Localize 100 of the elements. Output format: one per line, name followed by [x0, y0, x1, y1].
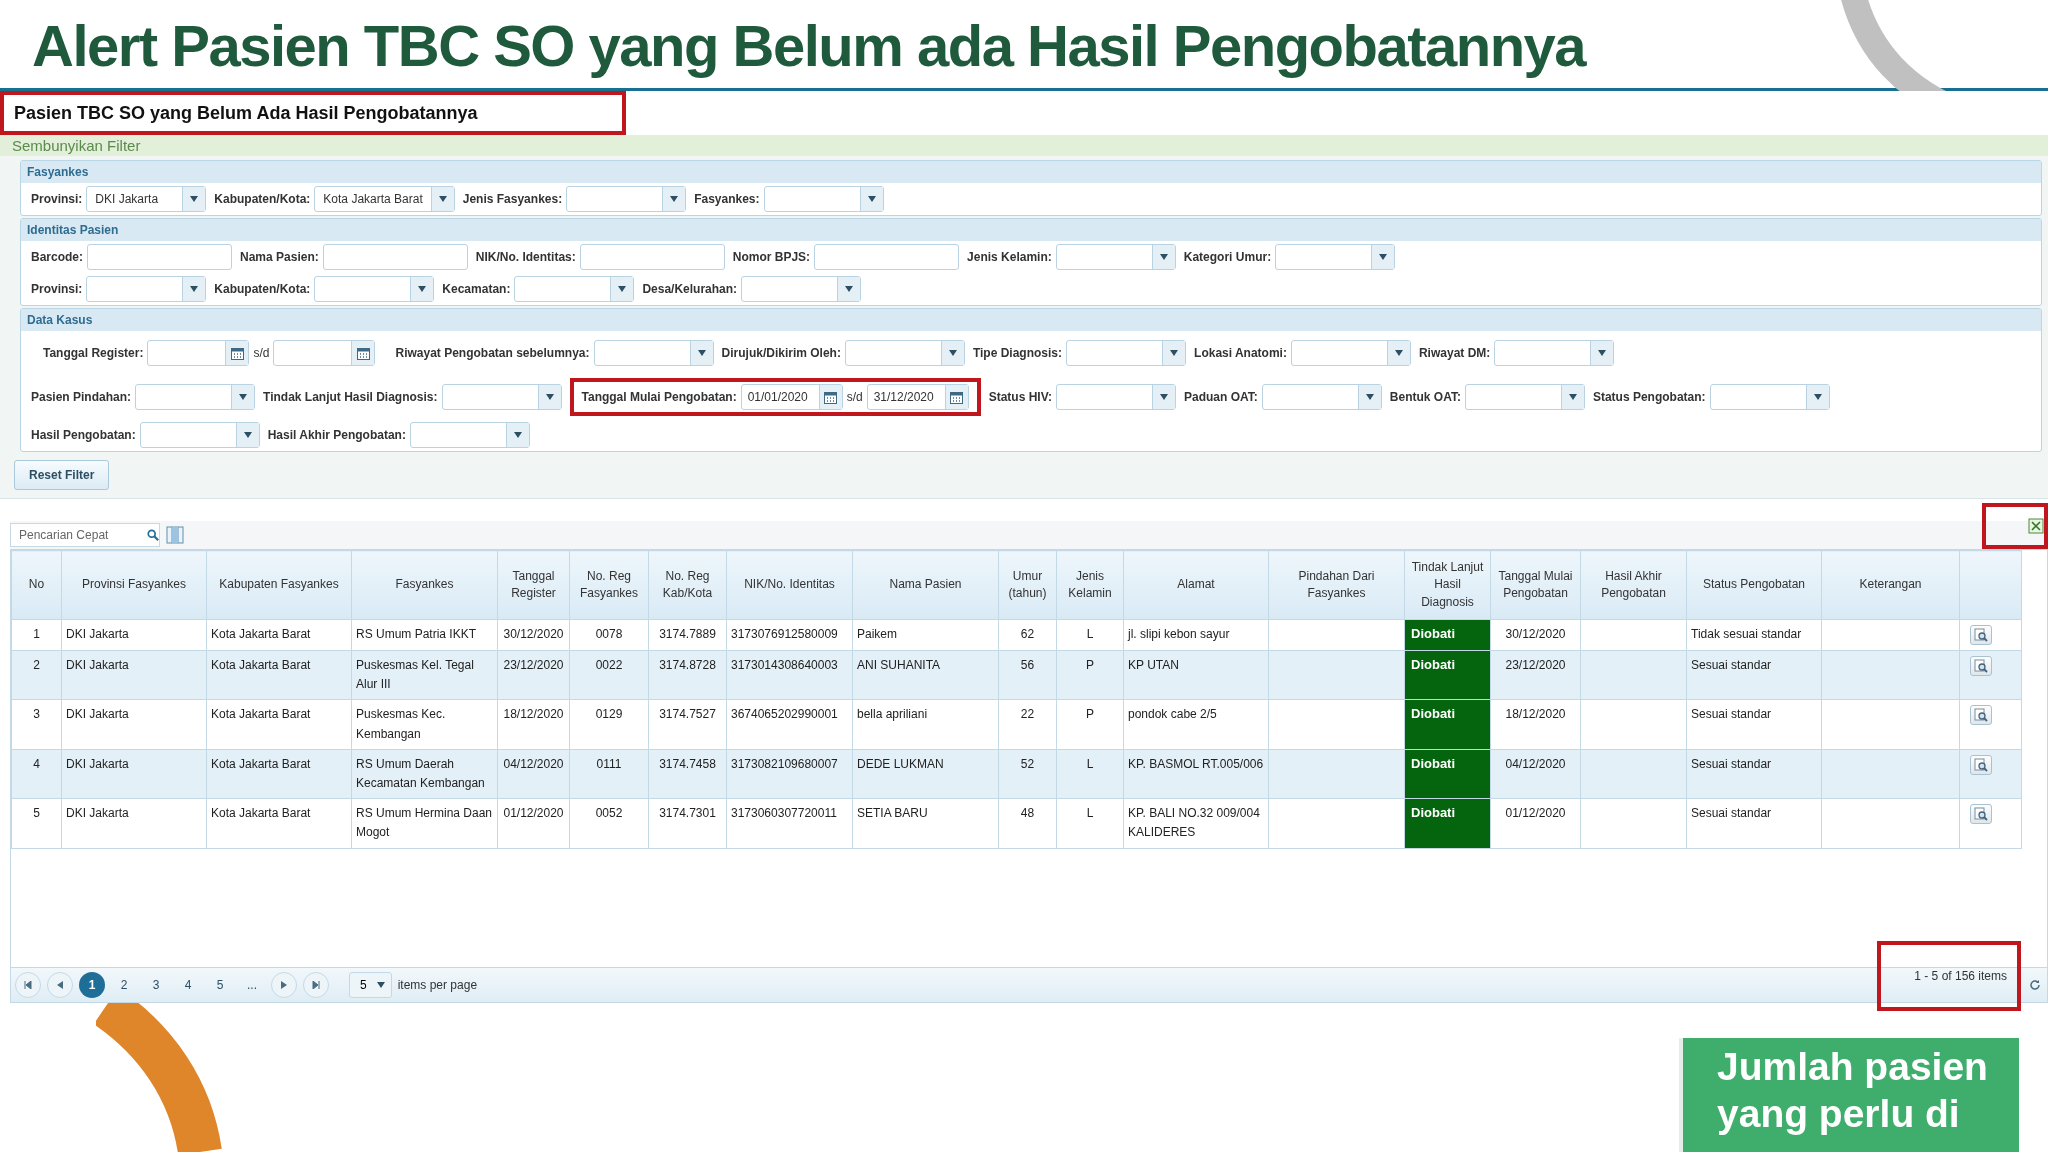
table-cell: 48: [998, 798, 1057, 848]
column-header[interactable]: Pindahan Dari Fasyankes: [1268, 550, 1405, 620]
dropdown-field[interactable]: [1066, 340, 1187, 366]
table-cell: Kota Jakarta Barat: [206, 749, 352, 799]
column-header[interactable]: Provinsi Fasyankes: [61, 550, 207, 620]
column-header[interactable]: Nama Pasien: [852, 550, 999, 620]
search-icon[interactable]: [147, 528, 159, 542]
date-field[interactable]: [273, 340, 376, 366]
reset-filter-button[interactable]: Reset Filter: [14, 460, 110, 490]
view-button[interactable]: [1970, 625, 1992, 645]
caret-icon: [239, 394, 248, 400]
previous-page-button[interactable]: [47, 972, 73, 998]
table-cell: 23/12/2020: [497, 650, 570, 700]
column-header[interactable]: NIK/No. Identitas: [726, 550, 853, 620]
magnifier-icon: [1974, 628, 1988, 642]
dropdown-field[interactable]: [139, 422, 260, 448]
column-header[interactable]: Status Pengobatan: [1686, 550, 1822, 620]
page-button[interactable]: ...: [239, 972, 265, 998]
table-cell: L: [1056, 619, 1124, 651]
date-field[interactable]: 31/12/2020: [866, 384, 969, 410]
first-page-button[interactable]: [15, 972, 41, 998]
input-field[interactable]: [322, 244, 468, 270]
refresh-icon[interactable]: [2029, 979, 2041, 991]
caret-icon: [845, 286, 854, 292]
column-header[interactable]: Hasil Akhir Pengobatan: [1580, 550, 1687, 620]
column-header[interactable]: Fasyankes: [351, 550, 498, 620]
input-field[interactable]: [814, 244, 960, 270]
column-header[interactable]: No. Reg Fasyankes: [569, 550, 649, 620]
table-cell: DEDE LUKMAN: [852, 749, 999, 799]
dropdown-field[interactable]: [1275, 244, 1396, 270]
dropdown-field[interactable]: [1494, 340, 1615, 366]
date-field[interactable]: 01/01/2020: [740, 384, 843, 410]
input-field[interactable]: [579, 244, 725, 270]
dropdown-field[interactable]: [314, 276, 435, 302]
dropdown-field[interactable]: [135, 384, 256, 410]
table-cell: KP UTAN: [1123, 650, 1269, 700]
dropdown-field[interactable]: [566, 186, 687, 212]
page-size-dropdown[interactable]: 5: [349, 972, 392, 998]
status-label: Diobati: [1410, 804, 1457, 823]
table-cell: 3173014308640003: [726, 650, 853, 700]
table-cell: 30/12/2020: [497, 619, 570, 651]
dropdown-field[interactable]: DKI Jakarta: [86, 186, 207, 212]
status-label: Diobati: [1410, 705, 1457, 724]
table-cell: 56: [998, 650, 1057, 700]
dropdown-field[interactable]: [844, 340, 965, 366]
search-field[interactable]: Pencarian Cepat: [10, 523, 160, 547]
search-input[interactable]: Pencarian Cepat: [11, 528, 147, 542]
table-cell: P: [1056, 699, 1124, 750]
dropdown-field[interactable]: [86, 276, 207, 302]
field-label: Hasil Akhir Pengobatan:: [267, 428, 406, 442]
view-button[interactable]: [1970, 705, 1992, 726]
dropdown-field[interactable]: [1709, 384, 1830, 410]
column-header[interactable]: Alamat: [1123, 550, 1269, 620]
column-header[interactable]: Kabupaten Fasyankes: [206, 550, 352, 620]
dropdown-field[interactable]: [409, 422, 530, 448]
table-cell: Kota Jakarta Barat: [206, 798, 352, 848]
dropdown-field[interactable]: [1290, 340, 1411, 366]
table-cell: SETIA BARU: [852, 798, 999, 848]
dropdown-field[interactable]: [593, 340, 714, 366]
dropdown-field[interactable]: [1464, 384, 1585, 410]
table-cell: 3174.8728: [648, 650, 727, 700]
view-button[interactable]: [1970, 754, 1992, 775]
dropdown-field[interactable]: [1056, 384, 1176, 410]
page-button[interactable]: 1: [79, 972, 105, 998]
column-header[interactable]: Umur (tahun): [998, 550, 1057, 620]
column-header[interactable]: Tanggal Mulai Pengobatan: [1490, 550, 1581, 620]
dropdown-field[interactable]: [1261, 384, 1382, 410]
table-cell: 3173076912580009: [726, 619, 853, 651]
column-header[interactable]: No: [11, 550, 62, 620]
caret-icon: [1568, 394, 1577, 400]
table-cell: 23/12/2020: [1490, 650, 1581, 700]
dropdown-field[interactable]: [441, 384, 562, 410]
table-cell: ANI SUHANITA: [852, 650, 999, 700]
page-button[interactable]: 3: [143, 972, 169, 998]
dropdown-field[interactable]: [741, 276, 862, 302]
dropdown-field[interactable]: [763, 186, 884, 212]
view-button[interactable]: [1970, 804, 1992, 825]
column-header[interactable]: Tanggal Register: [497, 550, 570, 620]
date-field[interactable]: [147, 340, 250, 366]
view-button[interactable]: [1970, 656, 1992, 676]
column-header[interactable]: Keterangan: [1821, 550, 1960, 620]
first-page-icon: [24, 981, 32, 989]
column-header[interactable]: Tindak Lanjut Hasil Diagnosis: [1404, 550, 1491, 620]
next-page-button[interactable]: [271, 972, 297, 998]
table-cell: Sesuai standar: [1686, 749, 1822, 799]
hide-filter-link[interactable]: Sembunyikan Filter: [0, 135, 2048, 156]
page-button[interactable]: 5: [207, 972, 233, 998]
page-button[interactable]: 2: [111, 972, 137, 998]
table-cell: Sesuai standar: [1686, 699, 1822, 750]
field-label: Kecamatan:: [442, 282, 511, 296]
input-field[interactable]: [87, 244, 232, 270]
columns-icon[interactable]: [166, 526, 184, 544]
dropdown-field[interactable]: [514, 276, 635, 302]
dropdown-field[interactable]: [1055, 244, 1176, 270]
column-header[interactable]: Jenis Kelamin: [1056, 550, 1124, 620]
last-page-button[interactable]: [303, 972, 329, 998]
dropdown-field[interactable]: Kota Jakarta Barat: [314, 186, 455, 212]
column-header[interactable]: No. Reg Kab/Kota: [648, 550, 727, 620]
spreadsheet-icon[interactable]: [2028, 518, 2044, 534]
page-button[interactable]: 4: [175, 972, 201, 998]
